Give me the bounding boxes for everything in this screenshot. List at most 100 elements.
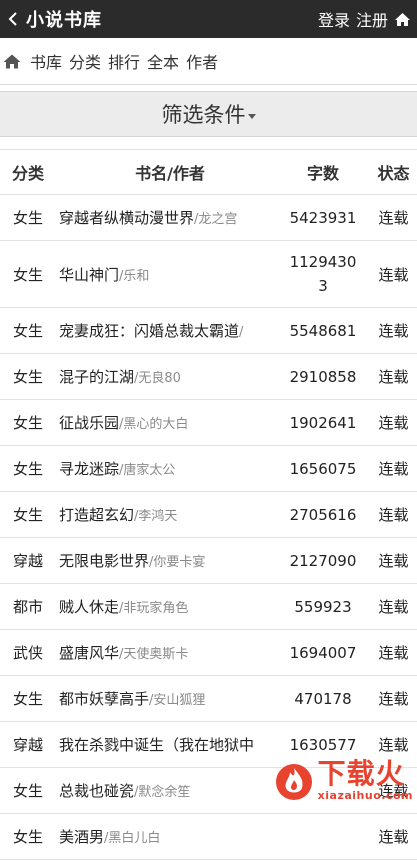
nav-bar: 书库 分类 排行 全本 作者	[0, 38, 417, 85]
row-category[interactable]: 女生	[0, 445, 56, 492]
book-author[interactable]: /你要卡宴	[149, 555, 205, 570]
row-category[interactable]: 女生	[0, 813, 56, 860]
row-status: 连载	[362, 240, 417, 308]
nav-link-complete[interactable]: 全本	[147, 49, 179, 73]
row-word-count	[284, 767, 362, 814]
book-title[interactable]: 我在杀戮中诞生（我在地狱中	[59, 736, 254, 754]
book-author[interactable]: /非玩家角色	[119, 601, 188, 616]
register-link[interactable]: 注册	[356, 7, 388, 31]
table-row[interactable]: 女生 总裁也碰瓷/默念余笙 连载	[0, 767, 417, 814]
book-author[interactable]: /乐和	[119, 269, 149, 284]
book-title[interactable]: 华山神门	[59, 266, 119, 284]
book-title[interactable]: 寻龙迷踪	[59, 460, 119, 478]
table-header-row: 分类 书名/作者 字数 状态	[0, 149, 417, 195]
book-title[interactable]: 无限电影世界	[59, 552, 149, 570]
row-title-author[interactable]: 美酒男/黑白儿白	[56, 813, 284, 860]
book-author[interactable]: /黑心的大白	[119, 417, 188, 432]
table-row[interactable]: 女生 混子的江湖/无良80 2910858 连载	[0, 353, 417, 400]
row-category[interactable]: 女生	[0, 240, 56, 308]
row-title-author[interactable]: 打造超玄幻/李鸿天	[56, 491, 284, 538]
table-row[interactable]: 穿越 无限电影世界/你要卡宴 2127090 连载	[0, 537, 417, 584]
book-title[interactable]: 美酒男	[59, 828, 104, 846]
table-row[interactable]: 都市 贼人休走/非玩家角色 559923 连载	[0, 583, 417, 630]
table-row[interactable]: 女生 宠妻成狂：闪婚总裁太霸道/5548681 连载	[0, 307, 417, 354]
row-status: 连载	[362, 194, 417, 241]
row-category[interactable]: 女生	[0, 767, 56, 814]
row-category[interactable]: 都市	[0, 583, 56, 630]
book-author[interactable]: /无良80	[134, 371, 181, 386]
table-row[interactable]: 女生 都市妖孽高手/安山狐狸 470178 连载	[0, 675, 417, 722]
row-status: 连载	[362, 491, 417, 538]
row-title-author[interactable]: 穿越者纵横动漫世界/龙之宫	[56, 194, 284, 241]
login-link[interactable]: 登录	[318, 7, 350, 31]
row-word-count: 2705616	[284, 491, 362, 538]
row-title-author[interactable]: 贼人休走/非玩家角色	[56, 583, 284, 630]
nav-link-library[interactable]: 书库	[30, 49, 62, 73]
book-title[interactable]: 都市妖孽高手	[59, 690, 149, 708]
book-author[interactable]: /	[239, 325, 243, 340]
table-row[interactable]: 穿越 我在杀戮中诞生（我在地狱中 1630577 连载	[0, 721, 417, 768]
table-row[interactable]: 女生 穿越者纵横动漫世界/龙之宫 5423931 连载	[0, 194, 417, 241]
book-title[interactable]: 贼人休走	[59, 598, 119, 616]
filter-toggle[interactable]: 筛选条件	[0, 91, 417, 137]
book-author[interactable]: /天使奥斯卡	[119, 647, 188, 662]
row-word-count: 1630577	[284, 721, 362, 768]
nav-link-category[interactable]: 分类	[69, 49, 101, 73]
book-title[interactable]: 总裁也碰瓷	[59, 782, 134, 800]
row-category[interactable]: 穿越	[0, 721, 56, 768]
book-table: 分类 书名/作者 字数 状态 女生 穿越者纵横动漫世界/龙之宫 5423931 连载女…	[0, 149, 417, 860]
book-title[interactable]: 打造超玄幻	[59, 506, 134, 524]
row-title-author[interactable]: 无限电影世界/你要卡宴	[56, 537, 284, 584]
row-title-author[interactable]: 总裁也碰瓷/默念余笙	[56, 767, 284, 814]
row-title-author[interactable]: 都市妖孽高手/安山狐狸	[56, 675, 284, 722]
book-author[interactable]: /唐家太公	[119, 463, 175, 478]
book-title[interactable]: 混子的江湖	[59, 368, 134, 386]
filter-label: 筛选条件	[161, 103, 246, 127]
row-category[interactable]: 女生	[0, 353, 56, 400]
row-title-author[interactable]: 盛唐风华/天使奥斯卡	[56, 629, 284, 676]
row-category[interactable]: 女生	[0, 399, 56, 446]
row-title-author[interactable]: 混子的江湖/无良80	[56, 353, 284, 400]
row-category[interactable]: 穿越	[0, 537, 56, 584]
row-word-count: 470178	[284, 675, 362, 722]
row-category[interactable]: 女生	[0, 675, 56, 722]
row-category[interactable]: 女生	[0, 194, 56, 241]
table-row[interactable]: 女生 美酒男/黑白儿白 连载	[0, 813, 417, 860]
book-author[interactable]: /李鸿天	[134, 509, 177, 524]
row-word-count: 11294303	[284, 240, 362, 308]
book-author[interactable]: /龙之宫	[194, 212, 237, 227]
nav-link-author[interactable]: 作者	[186, 49, 218, 73]
row-status: 连载	[362, 629, 417, 676]
book-title[interactable]: 征战乐园	[59, 414, 119, 432]
book-author[interactable]: /默念余笙	[134, 785, 190, 800]
row-status: 连载	[362, 767, 417, 814]
book-title[interactable]: 宠妻成狂：闪婚总裁太霸道	[59, 322, 239, 340]
book-title[interactable]: 穿越者纵横动漫世界	[59, 209, 194, 227]
table-row[interactable]: 女生 华山神门/乐和 11294303 连载	[0, 240, 417, 308]
row-category[interactable]: 女生	[0, 491, 56, 538]
row-title-author[interactable]: 寻龙迷踪/唐家太公	[56, 445, 284, 492]
book-title[interactable]: 盛唐风华	[59, 644, 119, 662]
nav-link-ranking[interactable]: 排行	[108, 49, 140, 73]
app-title: 小说书库	[26, 10, 102, 31]
row-status: 连载	[362, 445, 417, 492]
back-icon[interactable]	[2, 0, 24, 38]
row-title-author[interactable]: 华山神门/乐和	[56, 240, 284, 308]
table-row[interactable]: 女生 征战乐园/黑心的大白 1902641 连载	[0, 399, 417, 446]
row-category[interactable]: 女生	[0, 307, 56, 354]
table-row[interactable]: 女生 寻龙迷踪/唐家太公 1656075 连载	[0, 445, 417, 492]
row-title-author[interactable]: 征战乐园/黑心的大白	[56, 399, 284, 446]
row-title-author[interactable]: 我在杀戮中诞生（我在地狱中	[56, 721, 284, 768]
book-author[interactable]: /黑白儿白	[104, 831, 160, 846]
row-category[interactable]: 武侠	[0, 629, 56, 676]
row-word-count: 1694007	[284, 629, 362, 676]
row-title-author[interactable]: 宠妻成狂：闪婚总裁太霸道/	[56, 307, 284, 354]
row-word-count: 1656075	[284, 445, 362, 492]
caret-down-icon	[247, 113, 256, 119]
table-row[interactable]: 武侠 盛唐风华/天使奥斯卡 1694007 连载	[0, 629, 417, 676]
home-icon[interactable]	[394, 12, 411, 27]
nav-home-icon[interactable]	[2, 53, 22, 70]
book-author[interactable]: /安山狐狸	[149, 693, 205, 708]
table-body: 女生 穿越者纵横动漫世界/龙之宫 5423931 连载 女生 华山神门/乐和 1129430…	[0, 194, 417, 860]
table-row[interactable]: 女生 打造超玄幻/李鸿天 2705616 连载	[0, 491, 417, 538]
